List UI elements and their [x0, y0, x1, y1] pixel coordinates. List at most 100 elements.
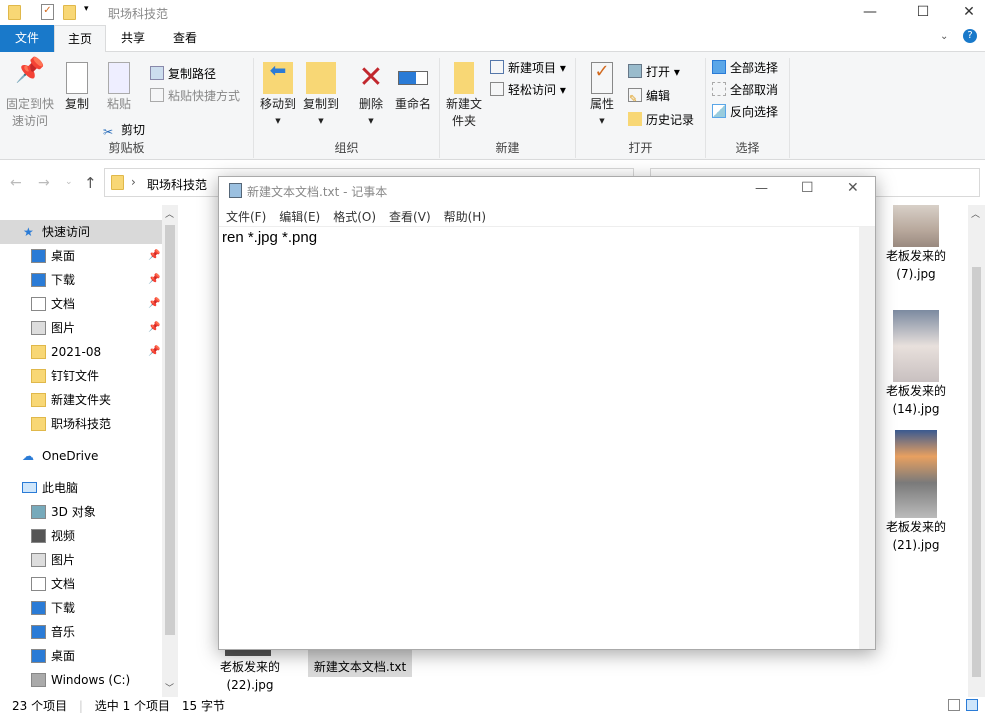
- select-all-button[interactable]: 全部选择: [712, 58, 778, 79]
- history-button[interactable]: 历史记录: [628, 110, 694, 131]
- group-select: 全部选择 全部取消 反向选择 选择: [706, 58, 790, 158]
- nav-item[interactable]: 新建文件夹: [0, 388, 162, 412]
- open-button[interactable]: 打开 ▾: [628, 62, 680, 83]
- notepad-close-button[interactable]: ✕: [847, 180, 859, 196]
- nav-item[interactable]: 下载: [0, 596, 162, 620]
- menu-file[interactable]: 文件(F): [226, 210, 266, 224]
- nav-item[interactable]: 3D 对象: [0, 500, 162, 524]
- menu-help[interactable]: 帮助(H): [444, 210, 486, 224]
- cut-button[interactable]: ✂ 剪切: [103, 120, 145, 141]
- library-icon: [31, 601, 46, 615]
- tab-home[interactable]: 主页: [54, 25, 107, 53]
- content-scrollbar-thumb[interactable]: [972, 267, 981, 677]
- new-item-button[interactable]: 新建项目 ▾: [490, 58, 566, 79]
- nav-item[interactable]: 文档: [0, 572, 162, 596]
- group-organize: ⬅ 移动到 ▼ 复制到 ▼ ✕ 删除 ▼ 重命名 组织: [254, 58, 440, 158]
- library-icon: [31, 577, 46, 591]
- ribbon: 📌 固定到快速访问 复制 粘贴 复制路径 粘贴快捷方式 ✂ 剪切 剪贴板 ⬅ 移动到 ▼…: [0, 52, 985, 160]
- nav-item[interactable]: 视频: [0, 524, 162, 548]
- pin-icon[interactable]: 📌: [148, 316, 160, 340]
- nav-item[interactable]: 音乐: [0, 620, 162, 644]
- nav-item[interactable]: 桌面: [0, 644, 162, 668]
- minimize-button[interactable]: —: [847, 0, 893, 25]
- file-item-selected[interactable]: 新建文本文档.txt: [308, 650, 412, 677]
- nav-item[interactable]: 图片 📌: [0, 316, 162, 340]
- selected-count: 选中 1 个项目: [94, 699, 171, 713]
- notepad-minimize-button[interactable]: —: [755, 181, 768, 196]
- copy-to-button[interactable]: 复制到 ▼: [300, 62, 342, 130]
- nav-item[interactable]: 2021-08 📌: [0, 340, 162, 364]
- nav-quick-access[interactable]: ★ 快速访问: [0, 220, 162, 244]
- file-item[interactable]: 老板发来的 (21).jpg: [880, 430, 952, 554]
- nav-item[interactable]: Windows (C:): [0, 668, 162, 692]
- delete-x-icon: ✕: [358, 60, 384, 95]
- breadcrumb-path[interactable]: 职场科技范: [147, 176, 207, 193]
- paste-button[interactable]: 粘贴: [100, 62, 138, 113]
- content-scrollbar[interactable]: ︿: [968, 205, 985, 697]
- nav-item[interactable]: 文档 📌: [0, 292, 162, 316]
- move-to-button[interactable]: ⬅ 移动到 ▼: [258, 60, 298, 130]
- nav-scrollbar[interactable]: ︿ ﹀: [162, 205, 178, 697]
- nav-onedrive[interactable]: ☁ OneDrive: [0, 444, 162, 468]
- close-button[interactable]: ✕: [946, 0, 985, 25]
- item-count: 23 个项目: [12, 699, 68, 713]
- up-button[interactable]: ↑: [84, 174, 97, 192]
- menu-view[interactable]: 查看(V): [389, 210, 431, 224]
- tab-share[interactable]: 共享: [108, 25, 158, 52]
- details-view-button[interactable]: [948, 699, 960, 711]
- nav-scrollbar-thumb[interactable]: [165, 225, 175, 635]
- copy-path-button[interactable]: 复制路径: [150, 64, 216, 85]
- help-icon[interactable]: ?: [963, 29, 977, 43]
- nav-item[interactable]: 钉钉文件: [0, 364, 162, 388]
- nav-item[interactable]: 桌面 📌: [0, 244, 162, 268]
- file-item[interactable]: 老板发来的 (14).jpg: [880, 310, 952, 418]
- folder-icon: [8, 5, 21, 20]
- large-icons-view-button[interactable]: [966, 699, 978, 711]
- edit-pencil-icon: ✎: [628, 88, 642, 105]
- nav-item[interactable]: 下载 📌: [0, 268, 162, 292]
- properties-button[interactable]: ✓ 属性 ▼: [584, 62, 620, 130]
- pin-icon[interactable]: 📌: [148, 268, 160, 292]
- nav-item-label: 视频: [51, 529, 76, 543]
- maximize-button[interactable]: ☐: [900, 0, 946, 25]
- recent-locations-button[interactable]: ⌄: [65, 177, 73, 187]
- notepad-maximize-button[interactable]: ☐: [801, 180, 814, 196]
- nav-item[interactable]: 图片: [0, 548, 162, 572]
- nav-item-label: 文档: [51, 297, 76, 311]
- delete-button[interactable]: ✕ 删除 ▼: [354, 62, 388, 130]
- forward-button[interactable]: →: [38, 175, 50, 191]
- select-none-button[interactable]: 全部取消: [712, 80, 778, 101]
- pin-icon[interactable]: 📌: [148, 292, 160, 316]
- invert-selection-button[interactable]: 反向选择: [712, 102, 778, 123]
- properties-qat-icon[interactable]: ✓: [41, 4, 54, 20]
- tab-view[interactable]: 查看: [160, 25, 210, 52]
- edit-button[interactable]: ✎ 编辑: [628, 86, 670, 107]
- file-item[interactable]: 老板发来的 (22).jpg: [212, 650, 288, 694]
- pin-icon[interactable]: 📌: [148, 244, 160, 268]
- paste-shortcut-button[interactable]: 粘贴快捷方式: [150, 86, 240, 107]
- nav-item[interactable]: 职场科技范: [0, 412, 162, 436]
- collapse-ribbon-icon[interactable]: ⌄: [940, 31, 948, 42]
- invert-selection-icon: [712, 104, 726, 118]
- rename-button[interactable]: 重命名: [392, 62, 434, 113]
- tab-file[interactable]: 文件: [0, 25, 54, 52]
- new-folder-button[interactable]: 新建文件夹: [444, 62, 484, 130]
- easy-access-button[interactable]: 轻松访问 ▾: [490, 80, 566, 101]
- pin-quick-access-button[interactable]: 📌 固定到快速访问: [4, 58, 56, 130]
- nav-item-label: 文档: [51, 577, 76, 591]
- menu-format[interactable]: 格式(O): [333, 210, 376, 224]
- image-thumbnail: [893, 310, 939, 382]
- nav-this-pc[interactable]: 此电脑: [0, 476, 162, 500]
- qat-dropdown-icon[interactable]: ▾: [84, 4, 89, 14]
- file-item[interactable]: 老板发来的 (7).jpg: [880, 205, 952, 283]
- pin-icon[interactable]: 📌: [148, 340, 160, 364]
- copy-button[interactable]: 复制: [60, 62, 94, 113]
- title-bar: ✓ ▾ 职场科技范 — ☐ ✕: [0, 0, 985, 25]
- menu-edit[interactable]: 编辑(E): [279, 210, 320, 224]
- notepad-menu-bar: 文件(F) 编辑(E) 格式(O) 查看(V) 帮助(H): [226, 208, 499, 225]
- notepad-scrollbar[interactable]: [859, 227, 875, 649]
- notepad-text-area[interactable]: ren *.jpg *.png: [222, 229, 317, 246]
- new-folder-qat-icon[interactable]: [63, 5, 76, 20]
- back-button[interactable]: ←: [10, 175, 22, 191]
- nav-item-label: 音乐: [51, 625, 76, 639]
